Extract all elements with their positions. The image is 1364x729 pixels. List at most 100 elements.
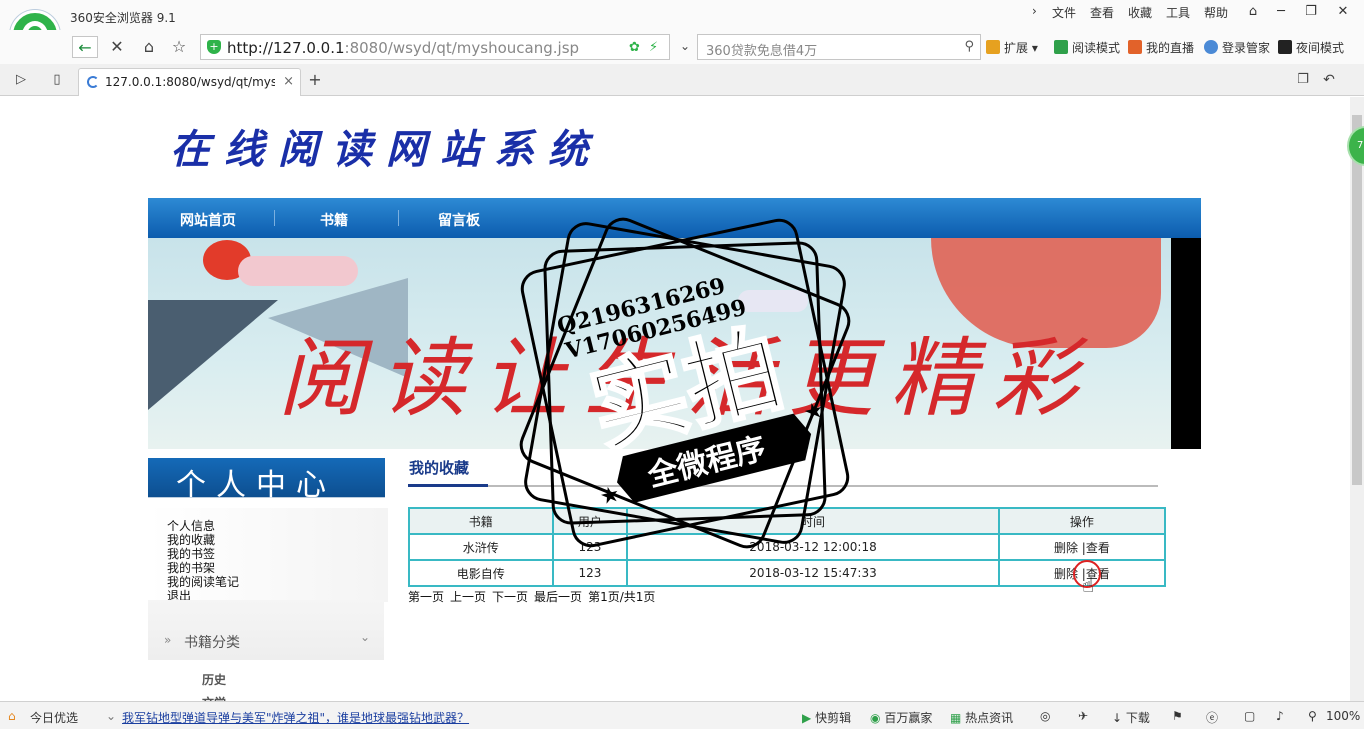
nav-guestbook[interactable]: 留言板 [438, 210, 480, 230]
hot-news-button[interactable]: ▦ 热点资讯 [950, 709, 1013, 726]
address-dropdown-icon[interactable]: ⌄ [672, 35, 698, 57]
bookmark-star-icon[interactable]: ☆ [166, 36, 192, 58]
favorites-title: 我的收藏 [409, 459, 470, 477]
menu-file[interactable]: 文件 [1052, 4, 1076, 21]
extensions-button[interactable]: 扩展 ▾ [986, 39, 1038, 56]
close-window-button[interactable]: ✕ [1330, 3, 1356, 21]
flag-icon[interactable]: ⚑ [1172, 709, 1183, 723]
cell-time: 2018-03-12 15:47:33 [626, 559, 1000, 587]
star-icon: ★ [597, 481, 622, 510]
zoom-icon[interactable]: ⚲ [1308, 709, 1317, 723]
url-text[interactable]: http://127.0.0.1:8080/wsyd/qt/myshoucang… [227, 39, 579, 57]
tab-title: 127.0.0.1:8080/wsyd/qt/myshc [105, 75, 275, 89]
volume-icon[interactable]: ♪ [1276, 709, 1284, 723]
quick-edit-button[interactable]: ▶ 快剪辑 [802, 709, 851, 726]
sidebar-toggle-icon[interactable]: ▷ [8, 69, 34, 91]
menu-view[interactable]: 查看 [1090, 4, 1114, 21]
minimize-button[interactable]: ─ [1268, 3, 1294, 21]
million-winner-button[interactable]: ◉ 百万赢家 [870, 709, 932, 726]
login-manager-icon [1204, 40, 1218, 54]
nav-divider [398, 210, 399, 226]
table-row: 电影自传 123 2018-03-12 15:47:33 删除 |查看 [408, 559, 1167, 587]
maximize-button[interactable]: ❐ [1298, 3, 1324, 21]
vertical-scrollbar[interactable] [1350, 97, 1364, 701]
menu-favorites[interactable]: 收藏 [1128, 4, 1152, 21]
night-mode-button[interactable]: 夜间模式 [1278, 39, 1344, 56]
nav-divider [274, 210, 275, 226]
section-divider-accent [408, 484, 488, 487]
menu-chevron-icon[interactable]: › [1032, 4, 1037, 18]
play-icon: ▶ [802, 711, 812, 725]
pager-first[interactable]: 第一页 [408, 590, 444, 604]
category-item[interactable]: 历史 [202, 671, 226, 688]
tab-list-icon[interactable]: ▯ [44, 69, 70, 91]
game-icon[interactable]: ◎ [1040, 709, 1050, 723]
scrollbar-thumb[interactable] [1352, 115, 1362, 485]
view-link[interactable]: 查看 [1086, 541, 1110, 555]
today-picks[interactable]: 今日优选 [30, 709, 78, 726]
pager-next[interactable]: 下一页 [492, 590, 528, 604]
pagination: 第一页 上一页 下一页 最后一页 第1页/共1页 [408, 588, 661, 605]
window-icon[interactable]: ▢ [1244, 709, 1255, 723]
nav-books[interactable]: 书籍 [320, 210, 348, 230]
acceleration-icon[interactable]: ✈ [1078, 709, 1088, 723]
status-bar: ⌂ 今日优选 ⌄ 我军钻地型弹道导弹与美军"炸弹之祖"，谁是地球最强钻地武器？ … [0, 701, 1364, 729]
news-ticker[interactable]: 我军钻地型弹道导弹与美军"炸弹之祖"，谁是地球最强钻地武器？ [122, 709, 469, 726]
double-chevron-icon: » [164, 633, 172, 647]
security-shield-icon: + [207, 40, 221, 54]
download-button[interactable]: ↓ 下载 [1112, 709, 1150, 726]
sidebar-item-notes[interactable]: 我的阅读笔记 [167, 575, 239, 589]
hand-cursor-icon: ☝ [1082, 573, 1095, 597]
chevron-down-icon[interactable]: ⌄ [106, 709, 116, 723]
cell-actions: 删除 |查看 [997, 533, 1167, 561]
chevron-down-icon[interactable]: ⌄ [360, 630, 370, 644]
tab-current[interactable]: 127.0.0.1:8080/wsyd/qt/myshc × [78, 68, 301, 96]
menu-tools[interactable]: 工具 [1166, 4, 1190, 21]
banner-edge [1171, 238, 1201, 449]
site-title: 在线阅读网站系统 [170, 126, 602, 173]
new-tab-button[interactable]: + [302, 69, 328, 91]
sidebar-item-favorites[interactable]: 我的收藏 [167, 533, 215, 547]
sidebar-heading: 个人中心 [148, 458, 385, 503]
night-mode-icon [1278, 40, 1292, 54]
browser-e-icon[interactable]: ⓔ [1206, 709, 1218, 726]
reading-mode-icon [1054, 40, 1068, 54]
pager-last[interactable]: 最后一页 [534, 590, 582, 604]
reading-mode-button[interactable]: 阅读模式 [1054, 39, 1120, 56]
sidebar-item-bookshelf[interactable]: 我的书架 [167, 561, 215, 575]
search-icon[interactable]: ⚲ [964, 39, 974, 54]
web-page: 在线阅读网站系统 网站首页 书籍 留言板 阅读让生活更精彩 个人中心 个人信息 … [0, 97, 1364, 701]
home-icon[interactable]: ⌂ [136, 36, 162, 58]
skin-icon[interactable]: ⌂ [1240, 3, 1266, 21]
watermark-stamp: Q2196316269 V17060256499 实拍 全微程序 ★ ★ [519, 217, 851, 549]
login-manager-button[interactable]: 登录管家 [1204, 39, 1270, 56]
nav-home[interactable]: 网站首页 [180, 210, 236, 230]
zoom-level[interactable]: 100% [1326, 709, 1360, 723]
undo-close-tab-icon[interactable]: ↶ [1316, 69, 1342, 91]
live-icon [1128, 40, 1142, 54]
my-live-button[interactable]: 我的直播 [1128, 39, 1194, 56]
speed-mode-icon[interactable]: ⚡ [649, 40, 658, 55]
restore-tabs-icon[interactable]: ❐ [1290, 69, 1316, 91]
tab-close-icon[interactable]: × [283, 74, 294, 89]
stop-loading-icon[interactable]: ✕ [104, 36, 130, 58]
banner-paper-plane [148, 300, 278, 410]
category-item[interactable]: 文学 [202, 694, 226, 701]
column-header: 操作 [997, 507, 1167, 535]
delete-link[interactable]: 删除 [1054, 541, 1078, 555]
menu-help[interactable]: 帮助 [1204, 4, 1228, 21]
loading-spinner-icon [87, 76, 99, 88]
category-title[interactable]: 书籍分类 [184, 632, 240, 652]
sidebar-item-bookmarks[interactable]: 我的书签 [167, 547, 215, 561]
gift-icon: ⌂ [8, 709, 16, 723]
news-icon: ▦ [950, 711, 962, 725]
compat-mode-icon[interactable]: ✿ [629, 40, 640, 55]
play-circle-icon: ◉ [870, 711, 881, 725]
sidebar-item-profile[interactable]: 个人信息 [167, 519, 215, 533]
extensions-icon [986, 40, 1000, 54]
back-arrow-icon[interactable]: ← [72, 36, 98, 58]
address-bar[interactable]: + http://127.0.0.1:8080/wsyd/qt/myshouca… [200, 34, 670, 60]
cell-user: 123 [551, 559, 629, 587]
search-box[interactable]: 360贷款免息借4万 ⚲ [697, 34, 981, 60]
pager-prev[interactable]: 上一页 [450, 590, 486, 604]
